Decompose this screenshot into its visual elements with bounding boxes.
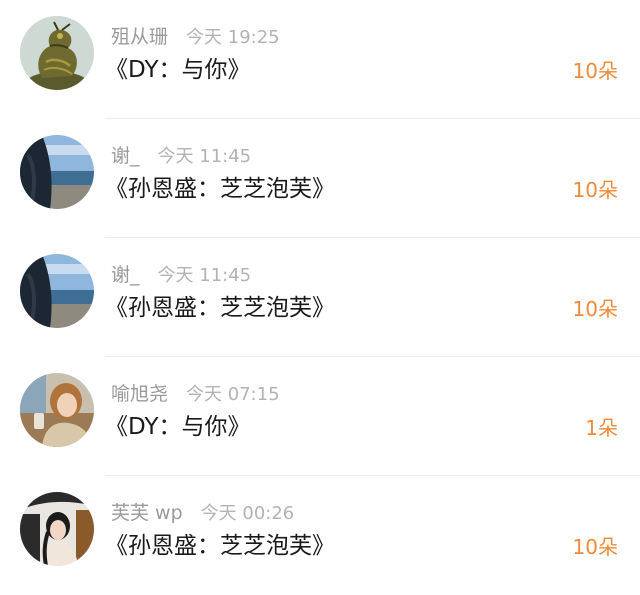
gift-count: 10朵 <box>572 178 618 202</box>
list-item[interactable]: 芙芙 wp 今天 00:26 《孙恩盛：芝芝泡芙》 10朵 <box>0 476 640 595</box>
timestamp: 今天 00:26 <box>200 503 295 524</box>
avatar[interactable] <box>20 254 94 328</box>
user-name[interactable]: 芙芙 wp <box>111 502 183 524</box>
timestamp: 今天 11:45 <box>157 146 252 167</box>
avatar[interactable] <box>20 373 94 447</box>
beach-portrait-image <box>20 135 94 209</box>
beach-portrait-image <box>20 254 94 328</box>
user-name[interactable]: 谢_ <box>111 264 140 286</box>
meta-line: 芙芙 wp 今天 00:26 <box>111 500 294 526</box>
song-title: 《DY：与你》 <box>105 414 251 440</box>
gift-count: 1朵 <box>585 416 618 440</box>
song-title: 《孙恩盛：芝芝泡芙》 <box>105 295 335 321</box>
avatar[interactable] <box>20 135 94 209</box>
list-item[interactable]: 谢_ 今天 11:45 《孙恩盛：芝芝泡芙》 10朵 <box>0 119 640 238</box>
meta-line: 谢_ 今天 11:45 <box>111 143 251 169</box>
song-title: 《DY：与你》 <box>105 57 251 83</box>
song-title: 《孙恩盛：芝芝泡芙》 <box>105 176 335 202</box>
user-name[interactable]: 喻旭尧 <box>111 383 168 405</box>
car-portrait-image <box>20 492 94 566</box>
meta-line: 喻旭尧 今天 07:15 <box>111 381 280 407</box>
gift-count: 10朵 <box>572 297 618 321</box>
user-name[interactable]: 殂从珊 <box>111 26 168 48</box>
list-item[interactable]: 喻旭尧 今天 07:15 《DY：与你》 1朵 <box>0 357 640 476</box>
timestamp: 今天 11:45 <box>157 265 252 286</box>
list-item[interactable]: 殂从珊 今天 19:25 《DY：与你》 10朵 <box>0 0 640 119</box>
avatar[interactable] <box>20 492 94 566</box>
cafe-portrait-image <box>20 373 94 447</box>
avatar[interactable] <box>20 16 94 90</box>
meta-line: 谢_ 今天 11:45 <box>111 262 251 288</box>
gift-record-list: 殂从珊 今天 19:25 《DY：与你》 10朵 谢_ 今天 11:45 《孙恩盛：… <box>0 0 640 581</box>
gift-count: 10朵 <box>572 59 618 83</box>
user-name[interactable]: 谢_ <box>111 145 140 167</box>
list-item[interactable]: 谢_ 今天 11:45 《孙恩盛：芝芝泡芙》 10朵 <box>0 238 640 357</box>
song-title: 《孙恩盛：芝芝泡芙》 <box>105 533 335 559</box>
timestamp: 今天 07:15 <box>186 384 280 405</box>
meta-line: 殂从珊 今天 19:25 <box>111 24 280 50</box>
gift-count: 10朵 <box>572 535 618 559</box>
timestamp: 今天 19:25 <box>186 27 280 48</box>
dragon-statue-image <box>20 16 94 90</box>
